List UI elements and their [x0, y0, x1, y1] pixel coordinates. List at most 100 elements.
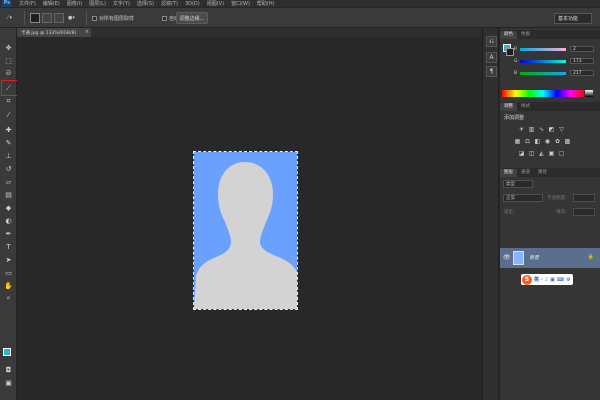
threshold-icon[interactable]: ◭: [538, 150, 545, 157]
color-lookup-icon[interactable]: ▩: [564, 138, 571, 145]
new-selection-icon[interactable]: [30, 13, 40, 23]
vibrance-icon[interactable]: ▽: [558, 126, 565, 133]
type-icon[interactable]: T: [3, 241, 14, 252]
green-track[interactable]: [520, 59, 566, 63]
visibility-eye-icon[interactable]: 👁: [503, 254, 511, 261]
photo-filter-icon[interactable]: ◉: [544, 138, 551, 145]
ime-skin-icon[interactable]: ▣: [550, 277, 555, 283]
tab-styles[interactable]: 样式: [517, 103, 534, 111]
document-tab[interactable]: 卡通.jpg @ 133%(RGB/8) ×: [17, 28, 91, 37]
ime-toolbar[interactable]: S 英 · ♪ ▣ ⌨ ⚙: [521, 274, 573, 285]
tab-channels[interactable]: 通道: [517, 169, 534, 177]
hue-saturation-icon[interactable]: ▦: [514, 138, 521, 145]
exposure-icon[interactable]: ◩: [548, 126, 555, 133]
menu-filter[interactable]: 滤镜(T): [161, 0, 178, 7]
menu-3d[interactable]: 3D(D): [185, 1, 200, 7]
invert-icon[interactable]: ◪: [518, 150, 525, 157]
menu-help[interactable]: 帮助(H): [257, 0, 275, 7]
menu-edit[interactable]: 编辑(E): [43, 0, 60, 7]
green-value[interactable]: 173: [570, 58, 594, 64]
levels-icon[interactable]: ▥: [528, 126, 535, 133]
clone-stamp-icon[interactable]: ⊥: [3, 150, 14, 161]
layer-name[interactable]: 背景: [529, 254, 539, 261]
hand-icon[interactable]: ✋: [3, 280, 14, 291]
selective-color-icon[interactable]: ▢: [558, 150, 565, 157]
fill-field[interactable]: [573, 208, 595, 216]
shape-icon[interactable]: ▭: [3, 267, 14, 278]
ime-settings-icon[interactable]: ⚙: [566, 277, 570, 283]
path-selection-icon[interactable]: ➤: [3, 254, 14, 265]
menu-window[interactable]: 窗口(W): [231, 0, 250, 7]
crop-icon[interactable]: ⌗: [3, 96, 14, 107]
red-track[interactable]: [520, 47, 566, 51]
black-white-icon[interactable]: ◧: [534, 138, 541, 145]
quick-mask-icon[interactable]: ◘: [3, 364, 14, 375]
background-color-chip[interactable]: [506, 48, 514, 56]
brightness-icon[interactable]: ☀: [518, 126, 525, 133]
photoshop-window: Ps 文件(F) 编辑(E) 图像(I) 图层(L) 文字(Y) 选择(S) 滤…: [0, 0, 600, 400]
ime-language-toggle[interactable]: 英: [534, 276, 539, 283]
ime-punctuation-icon[interactable]: ·: [541, 277, 543, 283]
zoom-icon[interactable]: ⌕: [3, 293, 14, 304]
pen-icon[interactable]: ✒: [3, 228, 14, 239]
tool-preset-picker[interactable]: ⟋▾: [6, 12, 12, 24]
blend-mode-dropdown[interactable]: 正常: [503, 194, 543, 202]
screen-mode-icon[interactable]: ▣: [3, 377, 14, 388]
brush-size-picker[interactable]: ●▾: [68, 12, 75, 24]
subtract-from-selection-icon[interactable]: [54, 13, 64, 23]
blue-track[interactable]: [520, 71, 566, 75]
menu-image[interactable]: 图像(I): [67, 0, 82, 7]
separator: [86, 11, 87, 25]
brush-icon[interactable]: ✎: [3, 137, 14, 148]
marquee-icon[interactable]: ⬚: [3, 55, 14, 66]
workspace-dropdown[interactable]: 基本功能: [554, 13, 592, 24]
blue-value[interactable]: 217: [570, 70, 594, 76]
color-balance-icon[interactable]: ⚖: [524, 138, 531, 145]
ime-keyboard-icon[interactable]: ⌨: [557, 277, 564, 283]
history-brush-icon[interactable]: ↺: [3, 163, 14, 174]
opacity-field[interactable]: [573, 194, 595, 202]
black-white-ramp[interactable]: [585, 90, 593, 97]
gradient-icon[interactable]: ▤: [3, 189, 14, 200]
adjustments-panel-tabs: 调整 样式: [500, 102, 600, 111]
layer-filter-dropdown[interactable]: 类型: [503, 180, 533, 188]
tab-color[interactable]: 颜色: [500, 31, 517, 39]
foreground-color-swatch[interactable]: [3, 348, 11, 356]
red-value[interactable]: 2: [570, 46, 594, 52]
eyedropper-icon[interactable]: ⁄: [3, 109, 14, 120]
character-panel-icon[interactable]: A: [486, 52, 497, 63]
ime-logo[interactable]: S: [522, 274, 532, 285]
tab-paths[interactable]: 路径: [534, 169, 551, 177]
history-panel-icon[interactable]: ⎌: [486, 36, 497, 47]
close-icon[interactable]: ×: [85, 29, 89, 35]
menu-type[interactable]: 文字(Y): [113, 0, 130, 7]
healing-brush-icon[interactable]: ✚: [3, 124, 14, 135]
menu-file[interactable]: 文件(F): [19, 0, 36, 7]
layer-row-background[interactable]: 👁 背景 🔒: [500, 248, 600, 268]
paragraph-panel-icon[interactable]: ¶: [486, 66, 497, 77]
sample-all-layers-checkbox[interactable]: 对所有图层取样: [92, 12, 134, 24]
posterize-icon[interactable]: ◫: [528, 150, 535, 157]
menu-select[interactable]: 选择(S): [137, 0, 154, 7]
document-image[interactable]: [194, 152, 297, 309]
curves-icon[interactable]: ∿: [538, 126, 545, 133]
menu-layer[interactable]: 图层(L): [89, 0, 106, 7]
ime-voice-icon[interactable]: ♪: [545, 277, 548, 283]
color-spectrum-bar[interactable]: [502, 90, 584, 97]
channel-mixer-icon[interactable]: ✿: [554, 138, 561, 145]
add-to-selection-icon[interactable]: [42, 13, 52, 23]
move-icon[interactable]: ✥: [3, 42, 14, 53]
tab-layers[interactable]: 图层: [500, 169, 517, 177]
tab-adjustments[interactable]: 调整: [500, 103, 517, 111]
green-slider[interactable]: G 173: [514, 58, 596, 64]
refine-edge-button[interactable]: 调整边缘...: [176, 12, 208, 24]
red-slider[interactable]: R 2: [514, 46, 596, 52]
tab-swatches[interactable]: 色板: [517, 31, 534, 39]
menu-view[interactable]: 视图(V): [207, 0, 224, 7]
dodge-icon[interactable]: ◐: [3, 215, 14, 226]
blue-slider[interactable]: B 217: [514, 70, 596, 76]
gradient-map-icon[interactable]: ▣: [548, 150, 555, 157]
blur-icon[interactable]: ◆: [3, 202, 14, 213]
lasso-icon[interactable]: ᘐ: [3, 68, 14, 79]
eraser-icon[interactable]: ▱: [3, 176, 14, 187]
